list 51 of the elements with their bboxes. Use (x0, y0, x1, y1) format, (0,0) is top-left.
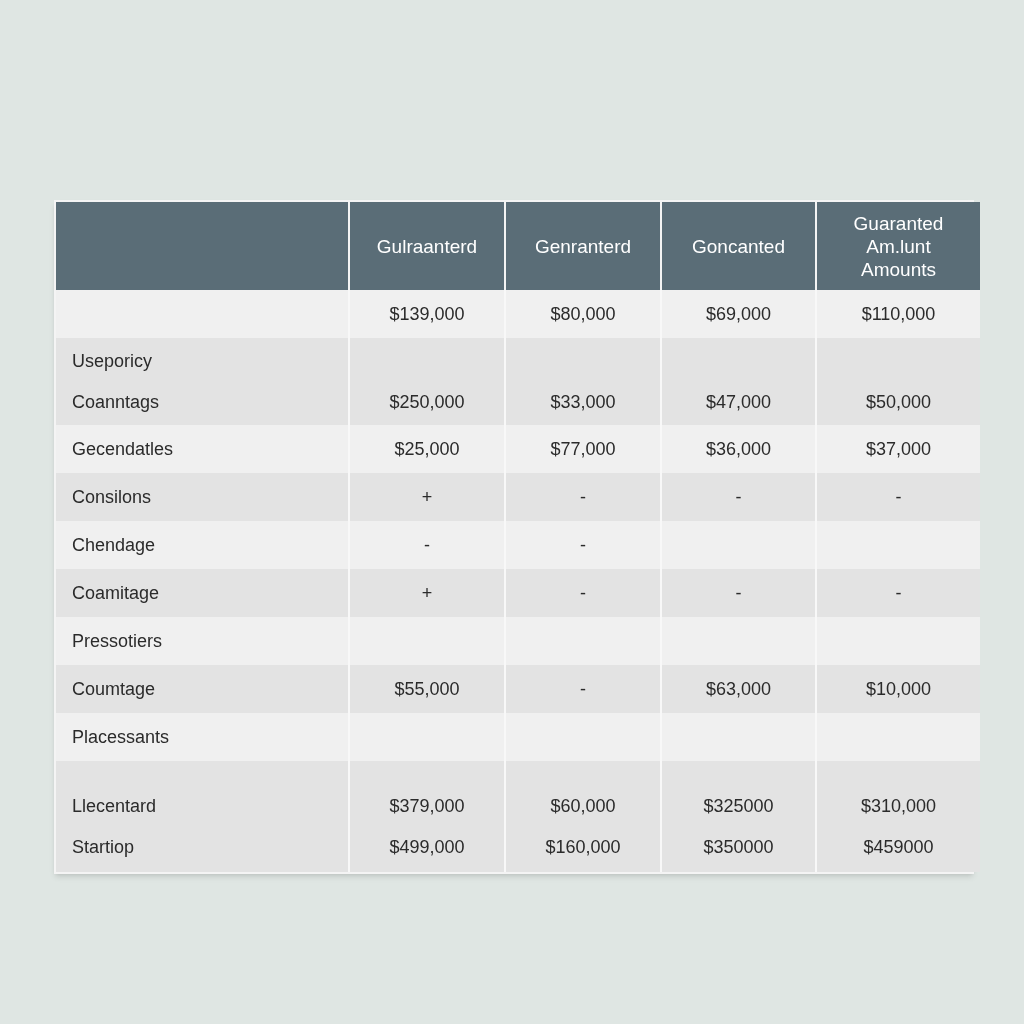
cell-value: $80,000 (550, 303, 616, 325)
cell-value: $160,000 (545, 836, 621, 858)
row-label: Llecentard (72, 795, 157, 817)
cell-value: $110,000 (861, 303, 936, 325)
cell-value: $139,000 (389, 303, 465, 325)
cell-value: $33,000 (550, 391, 616, 413)
cell-value: $37,000 (865, 438, 932, 460)
row-label: Coanntags (72, 391, 160, 413)
row-label: Placessants (72, 726, 170, 748)
cell-value: + (421, 486, 433, 508)
cell-value: - (735, 582, 742, 604)
row-label: Startiop (72, 836, 135, 858)
row-label: Consilons (72, 486, 152, 508)
cell-value: $69,000 (705, 303, 772, 325)
cell-value: $350000 (703, 836, 774, 858)
cell-value: $499,000 (389, 836, 465, 858)
cell-value: $36,000 (705, 438, 772, 460)
header-text: Gulraanterd (376, 234, 478, 258)
cell-value: - (895, 582, 902, 604)
cell-value: + (421, 582, 433, 604)
header-text: Goncanted (692, 234, 785, 258)
cell-value: $60,000 (550, 795, 616, 817)
header-text: Genranterd (534, 234, 632, 258)
row-label: Pressotiers (72, 630, 163, 652)
cell-value: $379,000 (389, 795, 465, 817)
cell-value: $25,000 (394, 438, 460, 460)
cell-value: - (580, 678, 586, 700)
cell-value: - (580, 486, 586, 508)
cell-value: $63,000 (705, 678, 772, 700)
cell-value: $47,000 (705, 391, 772, 413)
cell-value: $10,000 (865, 678, 932, 700)
cell-value: - (424, 534, 430, 556)
header-text: Guaranted (853, 211, 944, 235)
header-text: Am.lunt (866, 234, 931, 258)
cell-value: - (895, 486, 902, 508)
row-label: Useporicy (72, 350, 153, 372)
cell-value: $325000 (703, 795, 774, 817)
header-text: Amounts (861, 257, 936, 281)
cell-value: $50,000 (865, 391, 932, 413)
row-label: Chendage (72, 534, 156, 556)
cell-value: $77,000 (550, 438, 616, 460)
row-label: Coamitage (72, 582, 160, 604)
cell-value: $250,000 (389, 391, 465, 413)
cell-value: $310,000 (860, 795, 937, 817)
cell-value: - (580, 534, 586, 556)
cell-value: - (580, 582, 586, 604)
cell-value: $459000 (863, 836, 934, 858)
row-label: Coumtage (72, 678, 156, 700)
row-label: Gecendatles (72, 438, 174, 460)
cell-value: $55,000 (394, 678, 460, 700)
cell-value: - (735, 486, 742, 508)
